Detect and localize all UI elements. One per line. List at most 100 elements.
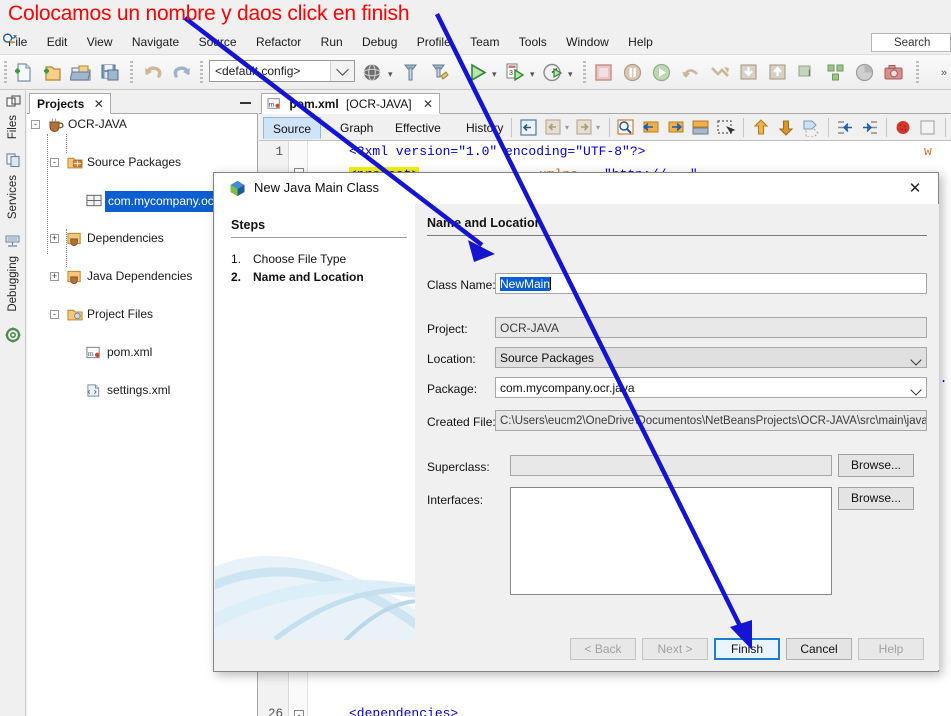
browse-superclass-button[interactable]: Browse... — [838, 454, 914, 477]
menu-item-edit[interactable]: Edit — [39, 30, 76, 53]
dock-tab-files[interactable]: Files — [0, 113, 26, 144]
tree-toggle[interactable]: + — [50, 272, 59, 281]
files-icon[interactable] — [6, 153, 21, 168]
globe-run-icon[interactable] — [362, 62, 386, 83]
location-combo[interactable]: Source Packages — [495, 347, 927, 368]
chevron-down-icon[interactable] — [910, 383, 922, 397]
dock-tab-debugging[interactable]: Debugging — [0, 254, 26, 317]
menu-item-window[interactable]: Window — [558, 30, 617, 53]
tree-toggle[interactable]: + — [50, 234, 59, 243]
menu-item-run[interactable]: Run — [313, 30, 351, 53]
next-bookmark-icon[interactable] — [776, 118, 796, 137]
tab-projects[interactable]: Projects ✕ — [29, 93, 111, 114]
step-number: 1. — [231, 252, 242, 266]
open-project-icon[interactable] — [70, 62, 92, 83]
interfaces-list[interactable] — [510, 487, 832, 595]
toolbar-grip-4 — [583, 61, 586, 83]
build-project-icon[interactable] — [400, 62, 422, 83]
find-previous-icon[interactable] — [641, 118, 661, 137]
select-rectangular-icon[interactable] — [716, 118, 736, 137]
next-button: Next > — [642, 638, 708, 660]
new-file-icon[interactable] — [12, 62, 34, 83]
tab-pom-xml[interactable]: m pom.xml [OCR-JAVA] ✕ — [261, 93, 440, 114]
find-selection-icon[interactable] — [616, 118, 636, 137]
search-input[interactable]: Search — [871, 33, 951, 52]
services-icon[interactable] — [5, 234, 21, 249]
dialog-title: New Java Main Class — [254, 180, 379, 195]
tab-effective[interactable]: Effective — [386, 117, 450, 139]
close-icon[interactable]: ✕ — [423, 97, 433, 111]
chevron-down-icon[interactable] — [910, 353, 922, 367]
toolbar-overflow-icon[interactable]: » — [941, 67, 947, 79]
toggle-rectangular-selection-icon[interactable] — [519, 118, 539, 137]
run-dropdown-caret[interactable]: ▾ — [492, 69, 497, 80]
package-combo[interactable]: com.mycompany.ocr.java — [495, 377, 927, 398]
tab-source[interactable]: Source — [263, 117, 322, 139]
fold-toggle[interactable]: - — [294, 710, 304, 716]
tree-item-ocr-java[interactable]: - OCR-JAVA — [27, 115, 258, 134]
back-button: < Back — [570, 638, 636, 660]
class-name-input[interactable]: NewMain — [495, 273, 927, 294]
tree-item-label: Dependencies — [87, 231, 164, 245]
debugging-gear-icon[interactable] — [5, 327, 21, 343]
menu-item-profile[interactable]: Profile — [409, 30, 459, 53]
debug-dropdown-caret[interactable]: ▾ — [530, 69, 535, 80]
shift-left-icon[interactable] — [835, 118, 855, 137]
configuration-dropdown-arrow[interactable] — [330, 61, 354, 81]
menu-item-view[interactable]: View — [79, 30, 121, 53]
configuration-combo[interactable]: <default config> — [209, 60, 355, 82]
close-icon[interactable]: ✕ — [900, 177, 930, 201]
menu-item-debug[interactable]: Debug — [354, 30, 405, 53]
tree-toggle[interactable]: - — [50, 310, 59, 319]
tab-file-name: pom.xml — [289, 97, 339, 111]
tree-toggle[interactable]: - — [50, 158, 59, 167]
menu-item-source[interactable]: Source — [191, 30, 245, 53]
dock-tab-debugging-label: Debugging — [7, 256, 19, 312]
project-label: Project: — [427, 322, 468, 336]
profile-dropdown-caret[interactable]: ▾ — [568, 69, 573, 80]
decorative-swoosh — [215, 556, 415, 641]
package-label: Package: — [427, 382, 478, 396]
tree-toggle[interactable]: - — [31, 120, 40, 129]
debug-project-icon[interactable]: 3 — [504, 62, 526, 83]
forward-icon — [576, 119, 592, 135]
profile-project-icon[interactable] — [542, 62, 564, 83]
clean-build-icon[interactable] — [429, 62, 451, 83]
save-all-icon[interactable] — [99, 62, 121, 83]
tree-item-source-packages[interactable]: - Source Packages — [27, 153, 258, 172]
menu-item-team[interactable]: Team — [462, 30, 507, 53]
globe-dropdown-caret[interactable]: ▾ — [388, 69, 393, 80]
menu-item-help[interactable]: Help — [620, 30, 661, 53]
step-label: Choose File Type — [253, 252, 347, 266]
redo-icon[interactable] — [171, 62, 193, 83]
toggle-bookmark-icon[interactable] — [801, 118, 821, 137]
find-next-icon[interactable] — [666, 118, 686, 137]
tab-history[interactable]: History — [457, 117, 512, 139]
step-return-icon — [769, 64, 786, 80]
minimize-panel-button[interactable] — [240, 96, 252, 108]
superclass-input[interactable] — [510, 455, 832, 476]
shift-right-icon[interactable] — [860, 118, 880, 137]
configuration-value: <default config> — [215, 64, 301, 78]
run-project-icon[interactable] — [466, 62, 488, 83]
cancel-button[interactable]: Cancel — [786, 638, 852, 660]
toggle-highlight-icon[interactable] — [691, 118, 711, 137]
menu-item-tools[interactable]: Tools — [511, 30, 555, 53]
divider — [828, 118, 829, 137]
line-number: 26 — [267, 707, 283, 716]
projects-window-icon[interactable] — [6, 95, 21, 109]
netbeans-icon — [230, 181, 245, 196]
menu-item-refactor[interactable]: Refactor — [248, 30, 309, 53]
dock-tab-services[interactable]: Services — [0, 173, 26, 224]
browse-interfaces-button[interactable]: Browse... — [838, 487, 914, 510]
help-button: Help — [858, 638, 924, 660]
finish-button[interactable]: Finish — [714, 638, 780, 660]
close-icon[interactable]: ✕ — [94, 97, 104, 111]
undo-icon[interactable] — [142, 62, 164, 83]
menu-item-navigate[interactable]: Navigate — [124, 30, 187, 53]
tab-graph[interactable]: Graph — [331, 117, 382, 139]
previous-bookmark-icon[interactable] — [751, 118, 771, 137]
stop-macro-recording-icon[interactable] — [893, 118, 913, 137]
step-over-icon — [682, 69, 698, 78]
new-project-icon[interactable] — [41, 62, 63, 83]
